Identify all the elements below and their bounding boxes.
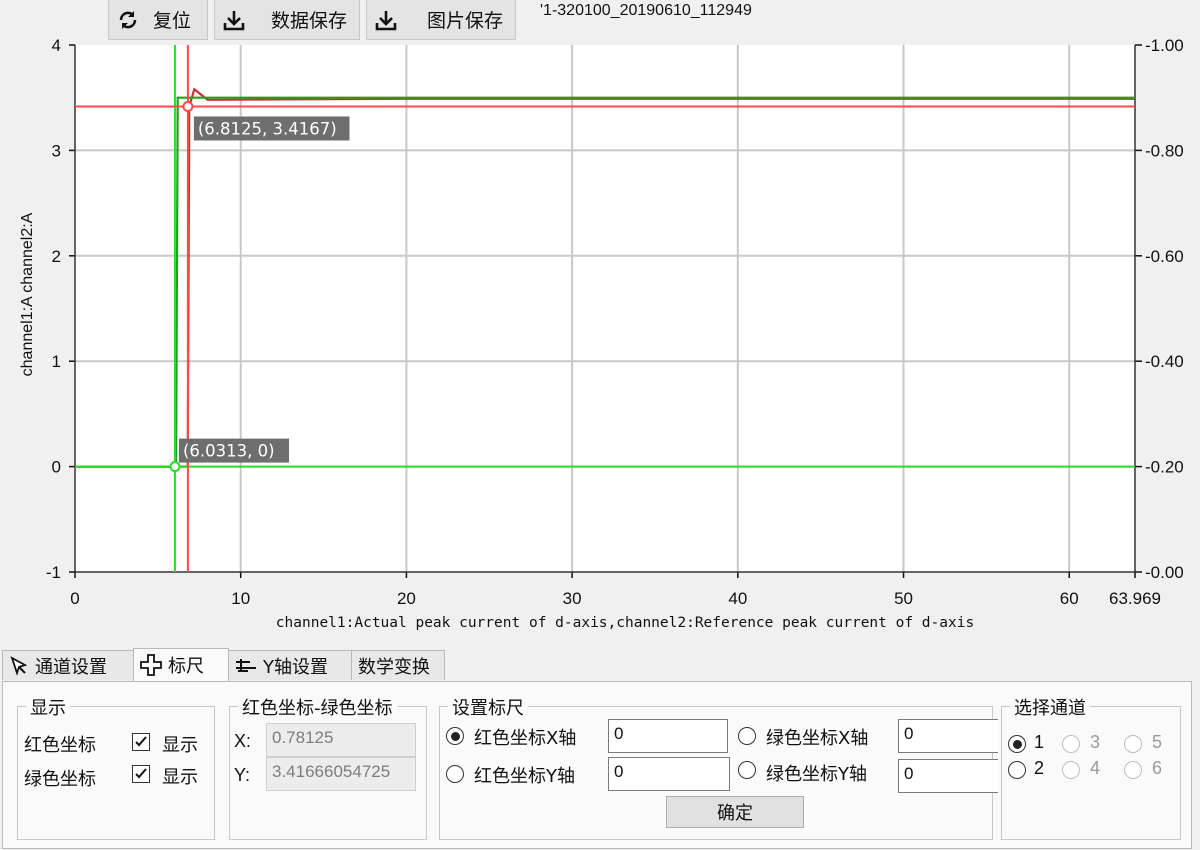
- y-tick-label: -1: [46, 563, 61, 582]
- save-data-button[interactable]: 数据保存: [214, 0, 360, 40]
- download-icon: [371, 9, 401, 31]
- display-group-title: 显示: [26, 694, 70, 720]
- y-tick-label: 1: [52, 352, 61, 371]
- red-cursor-marker: [182, 100, 194, 112]
- tab-y-axis-settings[interactable]: Y轴设置: [228, 650, 352, 680]
- channel-5-radio[interactable]: [1124, 735, 1142, 753]
- ruler-settings-title: 设置标尺: [448, 694, 528, 720]
- channel-4-label: 4: [1090, 758, 1101, 778]
- red-x-radio[interactable]: [446, 727, 464, 745]
- right-tick-label: -0.20: [1145, 458, 1184, 477]
- tab-math-transform[interactable]: 数学变换: [351, 650, 445, 680]
- diff-x-field: 0.78125: [266, 723, 416, 757]
- chart[interactable]: 0 10 20 30 40 50 60 63.969 -1 0 1 2 3 4 -0.00 -0.20 -0.4…: [0, 0, 1200, 650]
- channel-3-label: 3: [1090, 732, 1101, 752]
- tab-label: 数学变换: [358, 656, 430, 678]
- channel-3-radio[interactable]: [1062, 735, 1080, 753]
- channel-5-label: 5: [1152, 732, 1163, 752]
- reset-button[interactable]: 复位: [108, 0, 208, 40]
- tab-label: 标尺: [168, 656, 204, 677]
- y-tick-label: 0: [52, 458, 61, 477]
- check-icon: [135, 768, 147, 779]
- save-image-label: 图片保存: [427, 10, 504, 32]
- ruler-panel: 显示 红色坐标 显示 绿色坐标 显示 红色坐标-绿色坐标 X: 0.78125 …: [2, 681, 1192, 849]
- tab-ruler[interactable]: 标尺: [133, 648, 229, 681]
- crosshair-icon: [140, 654, 162, 676]
- x-tick-label: 30: [563, 589, 582, 608]
- red-x-input[interactable]: 0: [608, 719, 728, 753]
- green-show-label: 显示: [162, 767, 198, 788]
- green-show-checkbox[interactable]: [132, 765, 150, 783]
- right-tick-label: -1.00: [1145, 36, 1184, 55]
- green-x-input[interactable]: 0: [898, 719, 998, 753]
- green-coordinate-label: 绿色坐标: [24, 769, 96, 790]
- plot-area: 0 10 20 30 40 50 60 63.969 -1 0 1 2 3 4 -0.00 -0.20 -0.4…: [0, 0, 1200, 650]
- refresh-icon: [113, 9, 143, 31]
- channel-select-title: 选择通道: [1010, 694, 1090, 720]
- red-show-label: 显示: [162, 735, 198, 756]
- green-y-radio[interactable]: [738, 761, 756, 779]
- green-y-label: 绿色坐标Y轴: [766, 764, 867, 785]
- download-icon: [219, 9, 249, 31]
- green-x-radio[interactable]: [738, 727, 756, 745]
- difference-group-title: 红色坐标-绿色坐标: [238, 694, 397, 720]
- red-show-checkbox[interactable]: [132, 733, 150, 751]
- y-axis-label: channel1:A channel2:A: [19, 212, 36, 376]
- ruler-settings-group: 设置标尺 红色坐标X轴 0 红色坐标Y轴 0 绿色坐标X轴 0 绿色坐标Y轴 0…: [439, 694, 998, 840]
- check-icon: [135, 736, 147, 747]
- diff-y-label: Y:: [234, 765, 251, 785]
- x-tick-label: 63.969: [1109, 589, 1161, 608]
- red-cursor-label: (6.8125, 3.4167): [198, 119, 337, 138]
- reset-label: 复位: [153, 10, 192, 32]
- right-tick-label: -0.60: [1145, 247, 1184, 266]
- right-tick-label: -0.80: [1145, 141, 1184, 160]
- red-coordinate-label: 红色坐标: [24, 735, 96, 756]
- y-tick-label: 4: [52, 36, 61, 55]
- tab-label: 通道设置: [35, 656, 107, 678]
- save-image-button[interactable]: 图片保存: [366, 0, 516, 40]
- channel-1-label: 1: [1034, 732, 1045, 752]
- x-tick-label: 20: [397, 589, 416, 608]
- file-title: '1-320100_20190610_112949: [540, 2, 752, 19]
- y-tick-label: 3: [52, 141, 61, 160]
- channel-1-radio[interactable]: [1008, 735, 1026, 753]
- channel-2-radio[interactable]: [1008, 761, 1026, 779]
- green-cursor-label: (6.0313, 0): [183, 442, 275, 461]
- save-data-label: 数据保存: [271, 10, 348, 32]
- x-axis-label: channel1:Actual peak current of d-axis,c…: [276, 615, 974, 631]
- green-y-input[interactable]: 0: [898, 759, 998, 793]
- channel-2-label: 2: [1034, 758, 1045, 778]
- tab-channel-settings[interactable]: 通道设置: [2, 650, 134, 680]
- display-group: 显示 红色坐标 显示 绿色坐标 显示: [17, 694, 215, 840]
- red-y-radio[interactable]: [446, 765, 464, 783]
- right-tick-label: -0.40: [1145, 352, 1184, 371]
- difference-group: 红色坐标-绿色坐标 X: 0.78125 Y: 3.41666054725: [229, 694, 427, 840]
- green-cursor-marker: [169, 461, 181, 473]
- x-tick-label: 0: [70, 589, 79, 608]
- axis-settings-icon: [235, 657, 257, 675]
- right-tick-label: -0.00: [1145, 563, 1184, 582]
- diff-x-label: X:: [234, 731, 252, 751]
- toolbar: 复位 数据保存 图片保存: [108, 0, 516, 44]
- y-tick-label: 2: [52, 247, 61, 266]
- x-tick-label: 60: [1060, 589, 1079, 608]
- tab-label: Y轴设置: [263, 656, 328, 678]
- red-y-label: 红色坐标Y轴: [474, 766, 575, 787]
- x-tick-label: 10: [231, 589, 250, 608]
- diff-y-field: 3.41666054725: [266, 757, 416, 791]
- channel-select-group: 选择通道 1 3 5 2 4 6: [1001, 694, 1181, 840]
- green-x-label: 绿色坐标X轴: [766, 728, 869, 749]
- channel-6-label: 6: [1152, 758, 1163, 778]
- x-tick-label: 50: [894, 589, 913, 608]
- channel-6-radio[interactable]: [1124, 761, 1142, 779]
- confirm-button[interactable]: 确定: [666, 796, 804, 828]
- tab-bar: 通道设置 标尺 Y轴设置 数学变换: [2, 648, 445, 682]
- cursor-arrow-icon: [9, 655, 29, 676]
- channel-4-radio[interactable]: [1062, 761, 1080, 779]
- x-tick-label: 40: [728, 589, 747, 608]
- red-x-label: 红色坐标X轴: [474, 728, 577, 749]
- red-y-input[interactable]: 0: [608, 757, 730, 791]
